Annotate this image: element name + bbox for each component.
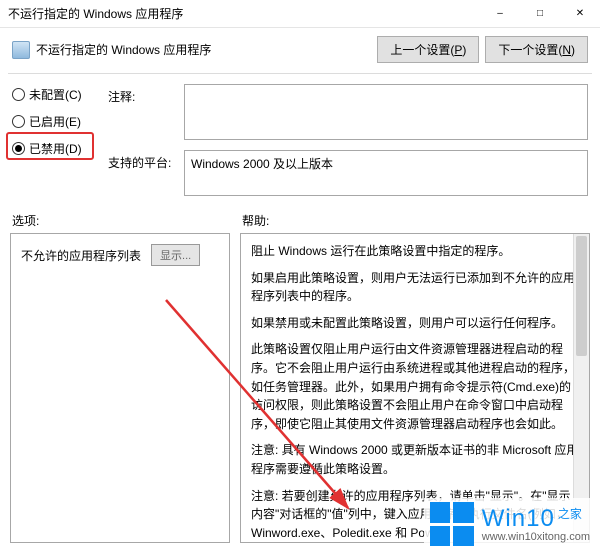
window-titlebar: 不运行指定的 Windows 应用程序 – □ ✕ — [0, 0, 600, 28]
platform-row: 支持的平台: Windows 2000 及以上版本 — [108, 150, 588, 196]
help-text: 如果启用此策略设置，则用户无法运行已添加到不允许的应用程序列表中的程序。 — [251, 269, 579, 306]
window-controls: – □ ✕ — [480, 0, 600, 28]
watermark-brand: Win10 — [482, 505, 555, 533]
windows-logo-icon — [430, 502, 474, 546]
radio-disabled[interactable]: 已禁用(D) — [12, 140, 100, 157]
close-button[interactable]: ✕ — [560, 0, 600, 28]
previous-setting-button[interactable]: 上一个设置(P) — [377, 36, 479, 63]
help-text: 阻止 Windows 运行在此策略设置中指定的程序。 — [251, 242, 579, 261]
watermark-url: www.win10xitong.com — [482, 531, 590, 543]
lower-panes: 不允许的应用程序列表 显示... 阻止 Windows 运行在此策略设置中指定的… — [0, 233, 600, 543]
window-title: 不运行指定的 Windows 应用程序 — [8, 5, 480, 22]
help-text: 如果禁用或未配置此策略设置，则用户可以运行任何程序。 — [251, 314, 579, 333]
disallowed-list-label: 不允许的应用程序列表 — [21, 247, 141, 264]
radio-icon — [12, 115, 25, 128]
radio-icon — [12, 142, 25, 155]
comment-label: 注释: — [108, 84, 178, 105]
section-labels: 选项: 帮助: — [0, 202, 600, 233]
help-pane[interactable]: 阻止 Windows 运行在此策略设置中指定的程序。 如果启用此策略设置，则用户… — [240, 233, 590, 543]
radio-not-configured[interactable]: 未配置(C) — [12, 86, 100, 103]
scrollbar-thumb[interactable] — [576, 236, 587, 356]
help-text: 注意: 具有 Windows 2000 或更新版本证书的非 Microsoft … — [251, 441, 579, 478]
separator — [8, 73, 592, 74]
comment-row: 注释: — [108, 84, 588, 140]
show-list-button[interactable]: 显示... — [151, 244, 200, 266]
config-area: 未配置(C) 已启用(E) 已禁用(D) 注释: 支持的平台: Windows … — [0, 80, 600, 202]
maximize-button[interactable]: □ — [520, 0, 560, 28]
help-text: 此策略设置仅阻止用户运行由文件资源管理器进程启动的程序。它不会阻止用户运行由系统… — [251, 340, 579, 433]
help-label: 帮助: — [242, 212, 588, 229]
radio-enabled[interactable]: 已启用(E) — [12, 113, 100, 130]
watermark: Win10 之家 www.win10xitong.com — [424, 498, 596, 550]
minimize-button[interactable]: – — [480, 0, 520, 28]
radio-icon — [12, 88, 25, 101]
options-label: 选项: — [12, 212, 242, 229]
page-title: 不运行指定的 Windows 应用程序 — [36, 41, 211, 58]
state-radiogroup: 未配置(C) 已启用(E) 已禁用(D) — [12, 84, 100, 196]
next-setting-button[interactable]: 下一个设置(N) — [485, 36, 588, 63]
options-pane: 不允许的应用程序列表 显示... — [10, 233, 230, 543]
watermark-brand-sup: 之家 — [558, 505, 582, 522]
platform-label: 支持的平台: — [108, 150, 178, 171]
help-scrollbar[interactable] — [573, 234, 589, 542]
header: 不运行指定的 Windows 应用程序 上一个设置(P) 下一个设置(N) — [0, 28, 600, 73]
platform-value: Windows 2000 及以上版本 — [184, 150, 588, 196]
policy-icon — [12, 41, 30, 59]
comment-input[interactable] — [184, 84, 588, 140]
